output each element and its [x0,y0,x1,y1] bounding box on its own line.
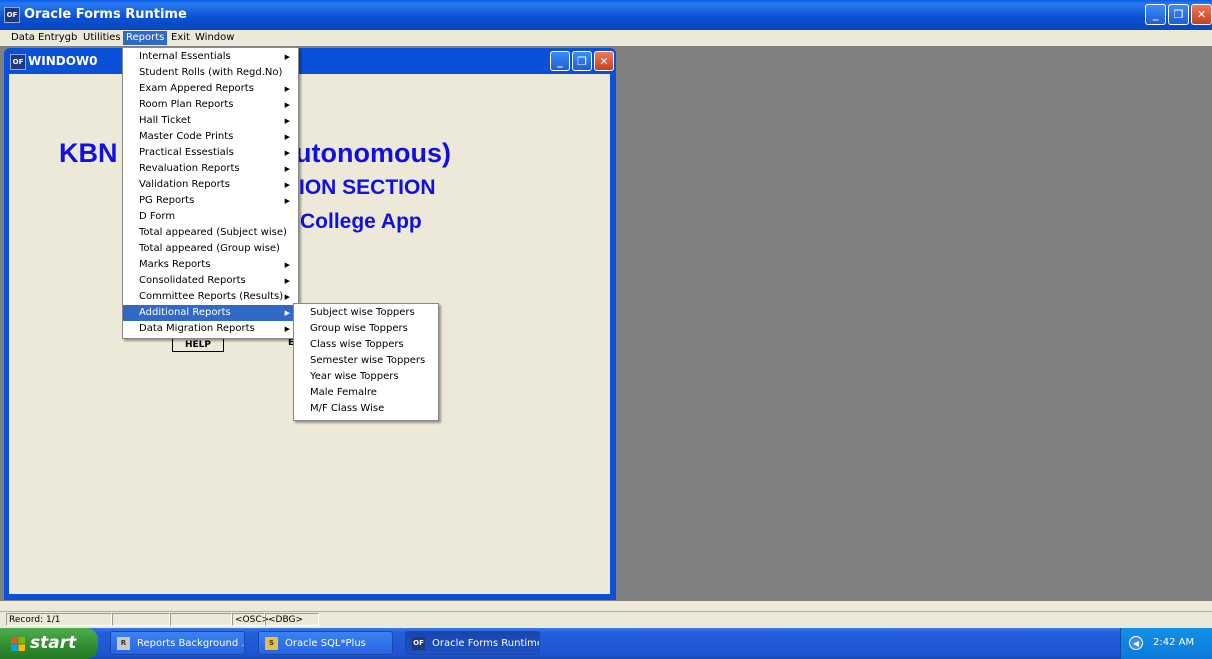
task-label: Oracle Forms Runtime [432,638,540,649]
windows-flag-icon [11,637,25,651]
subheading-2: College App [300,210,422,233]
menu-item-total-appeared-subject[interactable]: Total appeared (Subject wise) [123,225,298,241]
submenu-arrow-icon: ▶ [284,309,290,317]
submenu-item-semester-wise-toppers[interactable]: Semester wise Toppers [294,353,438,369]
child-window-title: WINDOW0 [28,54,98,68]
heading-left: KBN [59,138,118,168]
close-button[interactable]: ✕ [1191,4,1212,25]
reports-icon: R [117,637,130,650]
submenu-arrow-icon: ▶ [284,181,290,189]
menu-item-marks-reports[interactable]: Marks Reports ▶ [123,257,298,273]
submenu-item-subject-wise-toppers[interactable]: Subject wise Toppers [294,305,438,321]
submenu-item-group-wise-toppers[interactable]: Group wise Toppers [294,321,438,337]
app-title-bar[interactable]: OF Oracle Forms Runtime _ ❐ ✕ [0,0,1212,30]
menu-item-student-rolls[interactable]: Student Rolls (with Regd.No) [123,65,298,81]
maximize-button[interactable]: ❐ [1168,4,1189,25]
submenu-arrow-icon: ▶ [284,117,290,125]
submenu-item-year-wise-toppers[interactable]: Year wise Toppers [294,369,438,385]
menu-item-revaluation-reports[interactable]: Revaluation Reports ▶ [123,161,298,177]
start-label: start [30,633,77,653]
submenu-arrow-icon: ▶ [284,293,290,301]
menu-window[interactable]: Window [192,31,237,45]
menu-item-pg-reports[interactable]: PG Reports ▶ [123,193,298,209]
menu-item-internal-essentials[interactable]: Internal Essentials ▶ [123,49,298,65]
oracle-forms-icon: OF [412,637,425,650]
submenu-arrow-icon: ▶ [284,165,290,173]
menu-utilities[interactable]: Utilities [80,31,124,45]
menu-item-additional-reports[interactable]: Additional Reports ▶ [123,305,298,321]
reports-dropdown: Internal Essentials ▶ Student Rolls (with… [122,47,299,339]
heading-right: utonomous) [295,138,451,168]
task-oracle-sqlplus[interactable]: S Oracle SQL*Plus [258,631,393,655]
submenu-item-class-wise-toppers[interactable]: Class wise Toppers [294,337,438,353]
submenu-item-male-female[interactable]: Male Femalre [294,385,438,401]
tray-expand-icon[interactable]: ◀ [1129,636,1143,650]
status-cell-empty-2 [170,613,232,626]
menu-item-data-migration-reports[interactable]: Data Migration Reports ▶ [123,321,298,337]
system-tray: ◀ 2:42 AM [1120,628,1212,659]
menu-item-practical-essestials[interactable]: Practical Essestials ▶ [123,145,298,161]
menu-item-master-code-prints[interactable]: Master Code Prints ▶ [123,129,298,145]
submenu-arrow-icon: ▶ [284,53,290,61]
task-reports-background[interactable]: R Reports Background ... [110,631,245,655]
submenu-arrow-icon: ▶ [284,85,290,93]
subheading: ION SECTION [299,176,436,199]
osc-indicator: <OSC> [232,613,269,626]
oracle-forms-icon: OF [4,7,20,23]
clock: 2:42 AM [1153,637,1195,648]
child-minimize-button[interactable]: _ [550,51,570,71]
child-close-button[interactable]: ✕ [594,51,614,71]
status-cell-empty-1 [112,613,170,626]
status-bar: Record: 1/1 <OSC> <DBG> [0,601,1212,628]
additional-reports-submenu: Subject wise Toppers Group wise Toppers … [293,303,439,421]
start-button[interactable]: start [0,628,98,659]
menu-exit[interactable]: Exit [168,31,193,45]
submenu-arrow-icon: ▶ [284,325,290,333]
task-label: Oracle SQL*Plus [285,638,366,649]
task-oracle-forms-runtime[interactable]: OF Oracle Forms Runtime [405,631,540,655]
menu-item-consolidated-reports[interactable]: Consolidated Reports ▶ [123,273,298,289]
submenu-arrow-icon: ▶ [284,261,290,269]
menu-item-hall-ticket[interactable]: Hall Ticket ▶ [123,113,298,129]
submenu-arrow-icon: ▶ [284,133,290,141]
oracle-forms-icon: OF [10,54,26,70]
menu-item-validation-reports[interactable]: Validation Reports ▶ [123,177,298,193]
menu-item-committee-reports[interactable]: Committee Reports (Results) ▶ [123,289,298,305]
help-button[interactable]: HELP [172,338,224,352]
minimize-button[interactable]: _ [1145,4,1166,25]
app-title: Oracle Forms Runtime [24,7,187,22]
taskbar: start R Reports Background ... S Oracle … [0,628,1212,659]
submenu-item-mf-class-wise[interactable]: M/F Class Wise [294,401,438,417]
menu-data-entry[interactable]: Data Entrygb [8,31,80,45]
task-label: Reports Background ... [137,638,245,649]
menu-item-total-appeared-group[interactable]: Total appeared (Group wise) [123,241,298,257]
sqlplus-icon: S [265,637,278,650]
status-message-line [0,601,1212,612]
submenu-arrow-icon: ▶ [284,101,290,109]
menu-reports[interactable]: Reports [123,31,168,45]
child-window-title-bar[interactable]: OF WINDOW0 _ ❐ ✕ [4,48,616,74]
dbg-indicator: <DBG> [265,613,319,626]
submenu-arrow-icon: ▶ [284,197,290,205]
menu-item-d-form[interactable]: D Form [123,209,298,225]
menu-bar: Data Entrygb Utilities Reports Exit Wind… [0,30,1212,46]
submenu-arrow-icon: ▶ [284,149,290,157]
child-maximize-button[interactable]: ❐ [572,51,592,71]
menu-item-exam-appered-reports[interactable]: Exam Appered Reports ▶ [123,81,298,97]
submenu-arrow-icon: ▶ [284,277,290,285]
menu-item-room-plan-reports[interactable]: Room Plan Reports ▶ [123,97,298,113]
record-indicator: Record: 1/1 [6,613,112,626]
